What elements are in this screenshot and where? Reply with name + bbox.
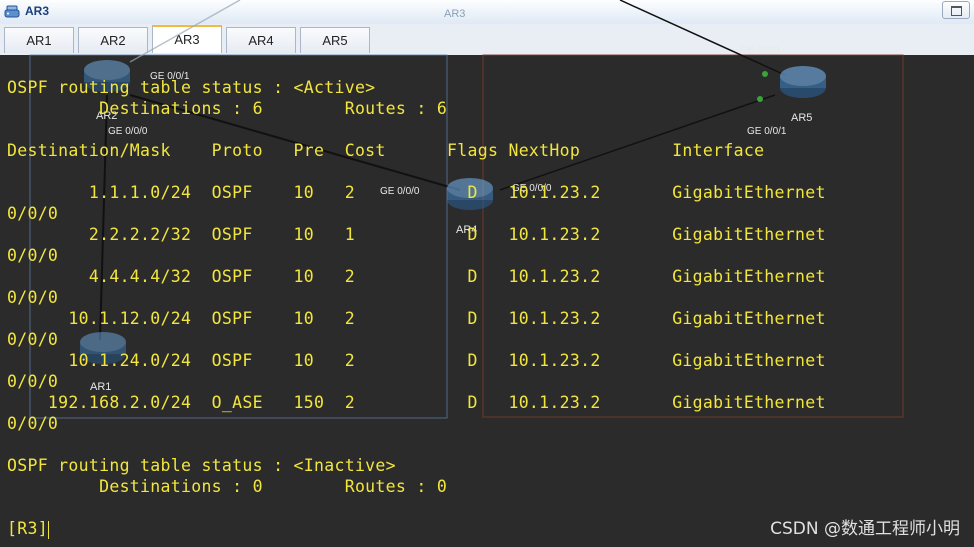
route-row: 10.1.12.0/24 OSPF 10 2 D 10.1.23.2 Gigab… (7, 309, 826, 328)
inactive-status-header: OSPF routing table status : <Inactive> (7, 456, 396, 475)
command-prompt[interactable]: [R3] (7, 518, 49, 539)
route-table-header: Destination/Mask Proto Pre Cost Flags Ne… (7, 141, 765, 160)
device-tab-bar: AR1 AR2 AR3 AR4 AR5 (0, 24, 974, 56)
console-output: OSPF routing table status : <Active> Des… (0, 55, 974, 539)
route-row-wrap: 0/0/0 (7, 204, 59, 223)
inactive-counts: Destinations : 0 Routes : 0 (7, 477, 448, 496)
route-row-wrap: 0/0/0 (7, 372, 59, 391)
tab-ar3[interactable]: AR3 (152, 25, 222, 53)
route-row-wrap: 0/0/0 (7, 288, 59, 307)
tab-ar2[interactable]: AR2 (78, 27, 148, 53)
route-row: 10.1.24.0/24 OSPF 10 2 D 10.1.23.2 Gigab… (7, 351, 826, 370)
restore-window-button[interactable] (942, 1, 970, 19)
restore-icon (951, 6, 962, 16)
route-row-wrap: 0/0/0 (7, 330, 59, 349)
route-row-wrap: 0/0/0 (7, 246, 59, 265)
tab-ar5[interactable]: AR5 (300, 27, 370, 53)
tab-ar1[interactable]: AR1 (4, 27, 74, 53)
prompt-text: [R3] (7, 519, 48, 538)
window-title: AR3 (25, 4, 50, 18)
router-app-icon (4, 5, 20, 18)
active-counts: Destinations : 6 Routes : 6 (7, 99, 448, 118)
active-status-header: OSPF routing table status : <Active> (7, 78, 376, 97)
overlay-ghost-label: AR3 (444, 8, 466, 20)
route-row: 1.1.1.0/24 OSPF 10 2 D 10.1.23.2 Gigabit… (7, 183, 826, 202)
route-row: 4.4.4.4/32 OSPF 10 2 D 10.1.23.2 Gigabit… (7, 267, 826, 286)
watermark: CSDN @数通工程师小明 (770, 519, 960, 539)
route-row: 2.2.2.2/32 OSPF 10 1 D 10.1.23.2 Gigabit… (7, 225, 826, 244)
text-cursor (47, 520, 49, 539)
window-titlebar: AR3 AR3 (0, 0, 974, 25)
route-row-wrap: 0/0/0 (7, 414, 59, 433)
tab-ar4[interactable]: AR4 (226, 27, 296, 53)
route-row: 192.168.2.0/24 O_ASE 150 2 D 10.1.23.2 G… (7, 393, 826, 412)
